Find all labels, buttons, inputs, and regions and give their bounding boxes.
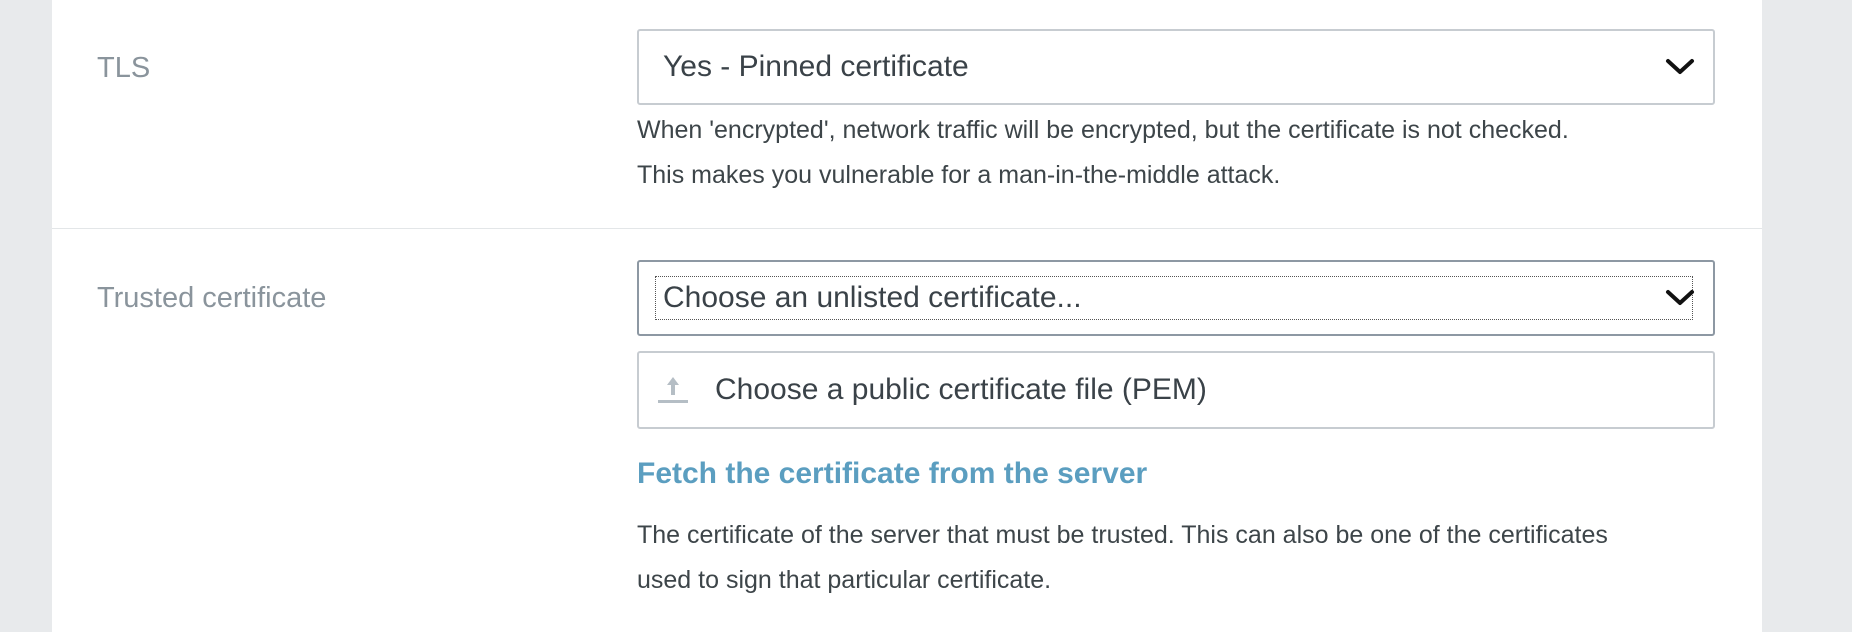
tls-select-value: Yes - Pinned certificate [663, 50, 969, 83]
trusted-certificate-label: Trusted certificate [97, 282, 327, 314]
settings-panel: TLS Yes - Pinned certificate When 'encry… [52, 0, 1762, 632]
trusted-help-line-1: The certificate of the server that must … [637, 521, 1608, 549]
certificate-file-input[interactable]: Choose a public certificate file (PEM) [637, 351, 1715, 429]
file-input-label: Choose a public certificate file (PEM) [715, 373, 1207, 406]
upload-icon [658, 377, 688, 403]
tls-label: TLS [97, 52, 151, 84]
trusted-certificate-help-text: The certificate of the server that must … [637, 513, 1727, 603]
tls-row: TLS Yes - Pinned certificate When 'encry… [52, 0, 1762, 229]
trusted-certificate-select[interactable]: Choose an unlisted certificate... [637, 260, 1715, 336]
chevron-down-icon [1666, 290, 1694, 305]
fetch-certificate-link[interactable]: Fetch the certificate from the server [637, 457, 1147, 491]
chevron-down-icon [1666, 59, 1694, 74]
tls-help-text: When 'encrypted', network traffic will b… [637, 108, 1727, 198]
tls-select[interactable]: Yes - Pinned certificate [637, 29, 1715, 105]
tls-help-line-2: This makes you vulnerable for a man-in-t… [637, 161, 1281, 189]
trusted-certificate-select-value: Choose an unlisted certificate... [663, 281, 1082, 314]
tls-help-line-1: When 'encrypted', network traffic will b… [637, 116, 1569, 144]
trusted-help-line-2: used to sign that particular certificate… [637, 566, 1052, 594]
trusted-certificate-row: Trusted certificate Choose an unlisted c… [52, 229, 1762, 632]
